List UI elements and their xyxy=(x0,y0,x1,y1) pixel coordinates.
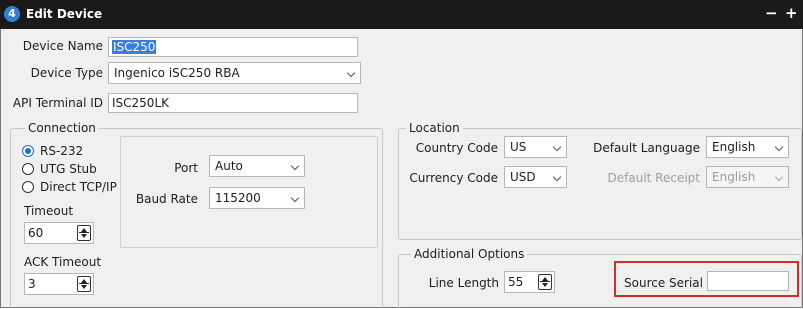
baud-rate-select[interactable]: 115200 xyxy=(209,187,305,209)
line-length-label: Line Length xyxy=(428,276,499,290)
radio-rs232-label: RS-232 xyxy=(40,144,84,158)
radio-utg-stub-label: UTG Stub xyxy=(40,162,97,176)
radio-button[interactable] xyxy=(22,163,34,175)
radio-button-checked[interactable] xyxy=(22,145,34,157)
ack-timeout-value: 3 xyxy=(28,277,36,291)
device-type-select[interactable]: Ingenico iSC250 RBA xyxy=(108,62,361,84)
default-receipt-value: English xyxy=(712,170,756,184)
ack-timeout-spinner[interactable]: 3 xyxy=(24,273,94,295)
maximize-button[interactable]: + xyxy=(785,4,798,22)
radio-utg-stub[interactable]: UTG Stub xyxy=(22,162,122,178)
default-receipt-select: English xyxy=(706,166,789,188)
step-badge: 4 xyxy=(4,6,20,22)
currency-code-label: Currency Code xyxy=(409,171,498,185)
device-name-label: Device Name xyxy=(22,39,103,53)
location-legend: Location xyxy=(406,121,463,135)
radio-direct-tcpip-label: Direct TCP/IP xyxy=(40,180,117,194)
port-select[interactable]: Auto xyxy=(209,155,305,177)
chevron-down-icon xyxy=(774,172,784,182)
currency-code-select[interactable]: USD xyxy=(504,166,567,188)
timeout-label: Timeout xyxy=(24,204,74,218)
default-receipt-label: Default Receipt xyxy=(607,171,700,185)
additional-options-legend: Additional Options xyxy=(411,247,528,261)
timeout-spinner[interactable]: 60 xyxy=(24,222,94,244)
baud-rate-value: 115200 xyxy=(215,191,261,205)
source-serial-input[interactable] xyxy=(707,271,789,291)
spinner-arrows-icon[interactable] xyxy=(77,276,91,292)
spinner-arrows-icon[interactable] xyxy=(538,274,552,290)
minimize-button[interactable]: − xyxy=(765,4,778,22)
country-code-select[interactable]: US xyxy=(504,136,567,158)
port-value: Auto xyxy=(215,159,243,173)
timeout-value: 60 xyxy=(28,226,44,240)
chevron-down-icon xyxy=(552,142,562,152)
ack-timeout-label: ACK Timeout xyxy=(24,255,102,269)
connection-legend: Connection xyxy=(25,121,99,135)
radio-direct-tcpip[interactable]: Direct TCP/IP xyxy=(22,180,122,196)
currency-code-value: USD xyxy=(510,170,536,184)
default-language-label: Default Language xyxy=(593,141,700,155)
default-language-select[interactable]: English xyxy=(706,136,789,158)
device-name-input[interactable]: ISC250 xyxy=(108,37,358,57)
source-serial-label: Source Serial xyxy=(624,276,703,290)
default-language-value: English xyxy=(712,140,756,154)
chevron-down-icon xyxy=(290,193,300,203)
api-terminal-id-label: API Terminal ID xyxy=(12,96,103,110)
title-bar: 4 Edit Device − + xyxy=(0,0,803,29)
radio-button[interactable] xyxy=(22,181,34,193)
device-name-value: ISC250 xyxy=(112,40,157,54)
radio-rs232[interactable]: RS-232 xyxy=(22,144,122,160)
device-type-label: Device Type xyxy=(30,66,103,80)
country-code-label: Country Code xyxy=(415,141,498,155)
chevron-down-icon xyxy=(774,142,784,152)
spinner-arrows-icon[interactable] xyxy=(77,225,91,241)
line-length-value: 55 xyxy=(508,275,524,289)
api-terminal-id-input[interactable]: ISC250LK xyxy=(108,93,358,113)
port-label: Port xyxy=(174,161,198,175)
line-length-spinner[interactable]: 55 xyxy=(504,271,555,293)
country-code-value: US xyxy=(510,140,527,154)
baud-rate-label: Baud Rate xyxy=(135,192,198,206)
window-title: Edit Device xyxy=(26,7,103,21)
chevron-down-icon xyxy=(290,161,300,171)
device-type-value: Ingenico iSC250 RBA xyxy=(114,66,240,80)
chevron-down-icon xyxy=(346,68,356,78)
chevron-down-icon xyxy=(552,172,562,182)
